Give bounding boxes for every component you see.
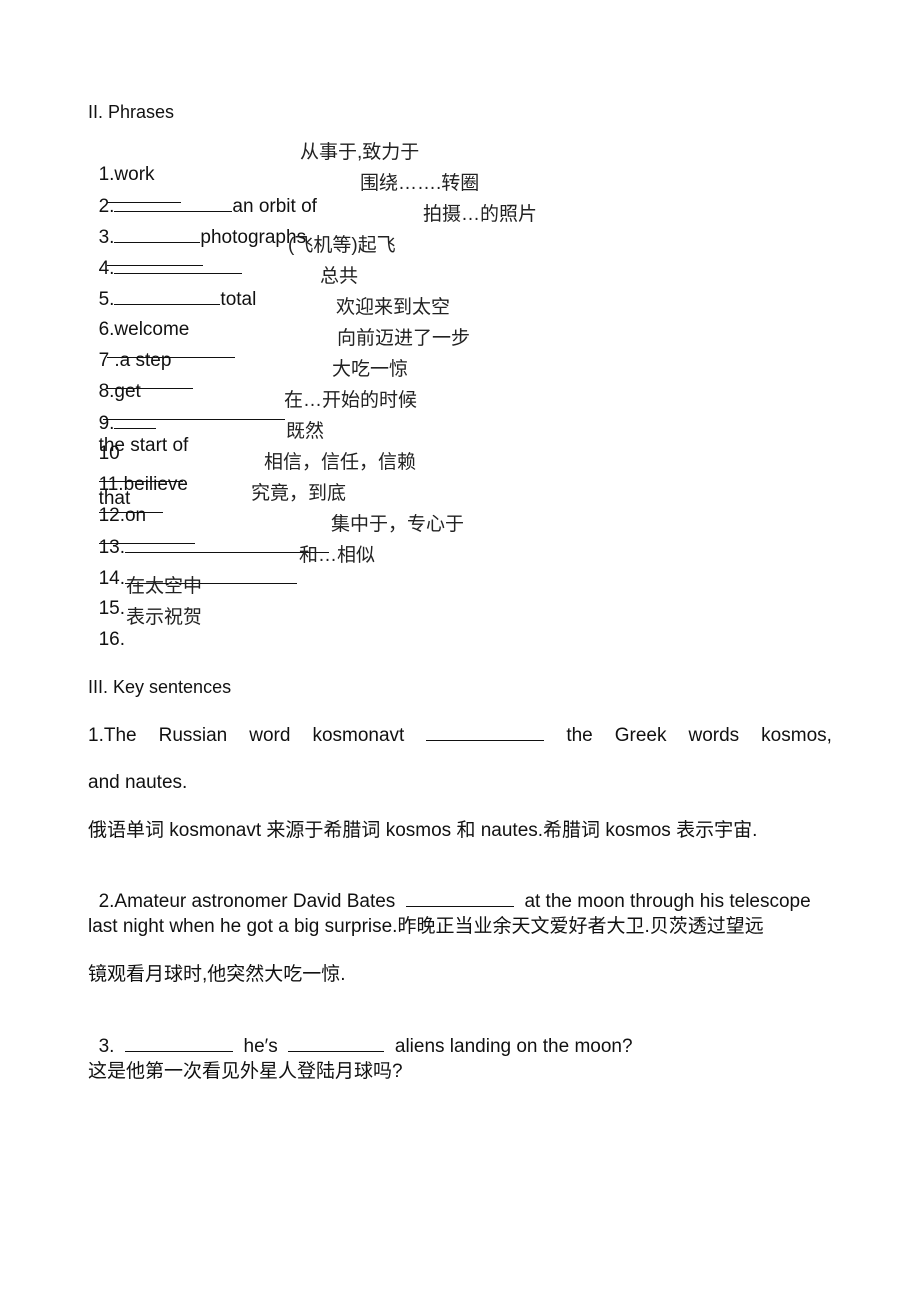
phrase-translation: 在太空中: [126, 576, 203, 597]
phrase-translation: 表示祝贺: [126, 607, 203, 628]
sentence-text: he′s: [243, 1036, 278, 1057]
sentence-3-line-1: 3. he′s aliens landing on the moon?: [88, 1013, 836, 1058]
phrase-translation: 总共: [320, 266, 359, 287]
section-heading-key-sentences: III. Key sentences: [88, 677, 232, 697]
sentence-1-line-2: and nautes.: [88, 772, 188, 793]
phrase-translation: 和…相似: [299, 545, 376, 566]
sentence-word: word: [249, 725, 291, 746]
sentence-word: the: [566, 725, 593, 746]
answer-blank[interactable]: [405, 890, 514, 907]
phrase-translation: 从事于,致力于: [300, 142, 420, 163]
phrase-text: 16.: [98, 629, 125, 650]
phrase-translation: 集中于，专心于: [331, 514, 465, 535]
answer-blank[interactable]: [288, 1035, 385, 1052]
sentence-word: Greek: [614, 725, 667, 746]
phrase-translation: 既然: [286, 421, 325, 442]
sentence-word: kosmos,: [761, 725, 832, 746]
sentence-text: aliens landing on the moon?: [394, 1036, 633, 1057]
answer-blank[interactable]: [426, 724, 545, 741]
phrase-translation: 拍摄…的照片: [423, 204, 538, 225]
sentence-3-translation: 这是他第一次看见外星人登陆月球吗?: [88, 1061, 403, 1082]
sentence-word: 1.The: [88, 725, 137, 746]
sentence-1-line-1: 1.The Russian word kosmonavt the Greek w…: [88, 724, 832, 747]
sentence-text: 2.Amateur astronomer David Bates: [98, 891, 396, 912]
section-heading-phrases: II. Phrases: [88, 102, 175, 122]
phrase-translation: 相信，信任，信赖: [264, 452, 417, 473]
sentence-2-line-1: 2.Amateur astronomer David Bates at the …: [88, 868, 836, 913]
phrase-translation: (飞机等)起飞: [288, 235, 396, 256]
answer-blank[interactable]: [124, 1035, 233, 1052]
sentence-2-line-2: last night when he got a big surprise.昨晚…: [88, 916, 764, 937]
phrase-translation: 大吃一惊: [332, 359, 409, 380]
phrase-translation: 围绕…….转圈: [360, 173, 480, 194]
sentence-2-line-3: 镜观看月球时,他突然大吃一惊.: [88, 964, 346, 985]
sentence-word: Russian: [158, 725, 228, 746]
phrase-translation: 向前迈进了一步: [337, 328, 471, 349]
phrase-item-16: 16.: [88, 607, 125, 651]
phrase-translation: 究竟，到底: [251, 483, 347, 504]
sentence-text: at the moon through his telescope: [524, 891, 811, 912]
sentence-word: kosmonavt: [312, 725, 405, 746]
sentence-word: words: [688, 725, 740, 746]
phrase-translation: 在…开始的时候: [284, 390, 418, 411]
phrase-translation: 欢迎来到太空: [336, 297, 451, 318]
sentence-1-translation: 俄语单词 kosmonavt 来源于希腊词 kosmos 和 nautes.希腊…: [88, 820, 758, 841]
sentence-text: 3.: [98, 1036, 115, 1057]
